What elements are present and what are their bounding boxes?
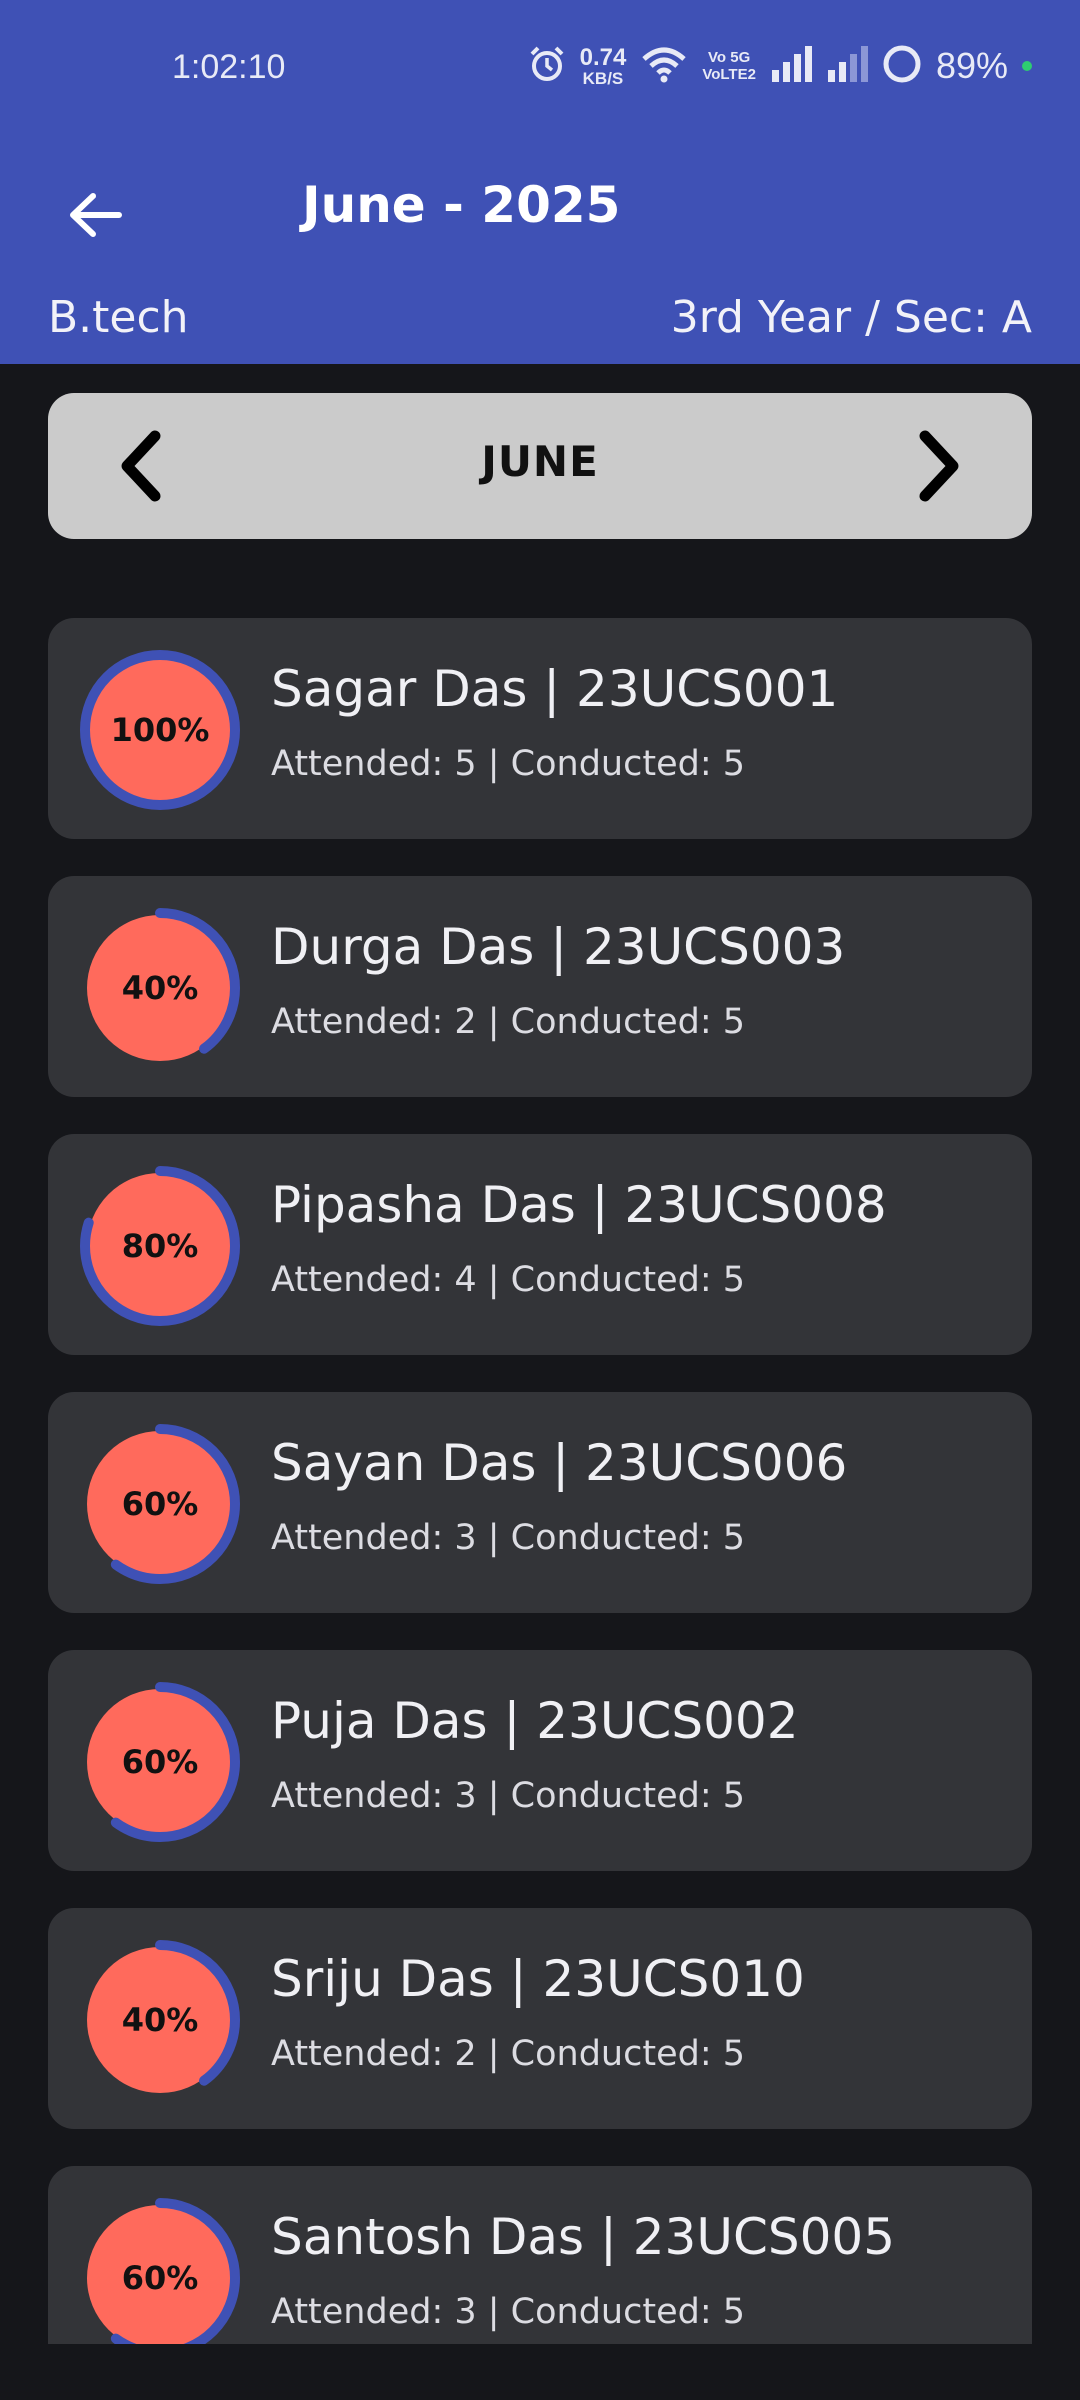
attendance-percent: 40%	[121, 969, 199, 1007]
battery-percent: 89%	[935, 45, 1008, 86]
student-name: Durga Das | 23UCS003	[271, 918, 846, 976]
month-label: JUNE	[481, 437, 599, 486]
status-icons: 0.74 KB/S Vo 5G VoLTE2 89%	[528, 44, 1032, 88]
signal-icon-sim1	[770, 46, 812, 86]
signal-icon-sim2	[826, 46, 868, 86]
student-name: Sagar Das | 23UCS001	[271, 660, 839, 718]
attendance-stats: Attended: 3 | Conducted: 5	[271, 1776, 746, 1816]
wifi-icon	[640, 45, 688, 87]
student-card[interactable]: 80% Pipasha Das | 23UCS008 Attended: 4 | C…	[48, 1134, 1032, 1355]
app-header: 1:02:10 0.74 KB/S Vo 5G VoLTE2 89% June …	[0, 0, 1080, 364]
attendance-percent: 60%	[121, 1485, 199, 1523]
student-name: Sriju Das | 23UCS010	[271, 1950, 805, 2008]
status-time: 1:02:10	[172, 48, 286, 86]
student-card[interactable]: 60% Puja Das | 23UCS002 Attended: 3 | Cond…	[48, 1650, 1032, 1871]
attendance-stats: Attended: 2 | Conducted: 5	[271, 1002, 746, 1042]
attendance-stats: Attended: 4 | Conducted: 5	[271, 1260, 746, 1300]
network-speed: 0.74 KB/S	[579, 43, 627, 88]
alarm-icon	[528, 45, 566, 87]
student-card[interactable]: 60% Santosh Das | 23UCS005 Attended: 3 | C…	[48, 2166, 1032, 2344]
attendance-percent: 40%	[121, 2001, 199, 2039]
attendance-percent: 60%	[121, 1743, 199, 1781]
section-label: 3rd Year / Sec: A	[670, 292, 1032, 343]
speed-unit: KB/S	[582, 68, 624, 88]
back-button[interactable]	[60, 180, 130, 250]
attendance-stats: Attended: 3 | Conducted: 5	[271, 1518, 746, 1558]
attendance-percent: 100%	[110, 711, 210, 749]
student-name: Puja Das | 23UCS002	[271, 1692, 799, 1750]
student-list[interactable]: 100% Sagar Das | 23UCS001 Attended: 5 | Co…	[48, 618, 1032, 2344]
student-name: Santosh Das | 23UCS005	[271, 2208, 896, 2266]
month-selector: JUNE	[48, 393, 1032, 539]
next-month-button[interactable]	[904, 429, 974, 503]
student-card[interactable]: 40% Sriju Das | 23UCS010 Attended: 2 | Con…	[48, 1908, 1032, 2129]
page-title: June - 2025	[302, 176, 621, 234]
arrow-left-icon	[70, 193, 122, 237]
privacy-indicator-dot	[1022, 61, 1032, 71]
student-card[interactable]: 60% Sayan Das | 23UCS006 Attended: 3 | Con…	[48, 1392, 1032, 1613]
attendance-stats: Attended: 2 | Conducted: 5	[271, 2034, 746, 2074]
speed-value: 0.74	[579, 43, 627, 71]
chevron-right-icon	[919, 430, 959, 502]
course-label: B.tech	[48, 292, 189, 343]
attendance-percent: 60%	[121, 2259, 199, 2297]
student-card[interactable]: 100% Sagar Das | 23UCS001 Attended: 5 | Co…	[48, 618, 1032, 839]
battery-icon	[882, 44, 922, 88]
volte-label: Vo 5G VoLTE2	[702, 49, 756, 83]
student-name: Pipasha Das | 23UCS008	[271, 1176, 887, 1234]
student-name: Sayan Das | 23UCS006	[271, 1434, 848, 1492]
attendance-percent: 80%	[121, 1227, 199, 1265]
student-card[interactable]: 40% Durga Das | 23UCS003 Attended: 2 | Con…	[48, 876, 1032, 1097]
attendance-stats: Attended: 5 | Conducted: 5	[271, 744, 746, 784]
attendance-stats: Attended: 3 | Conducted: 5	[271, 2292, 746, 2332]
